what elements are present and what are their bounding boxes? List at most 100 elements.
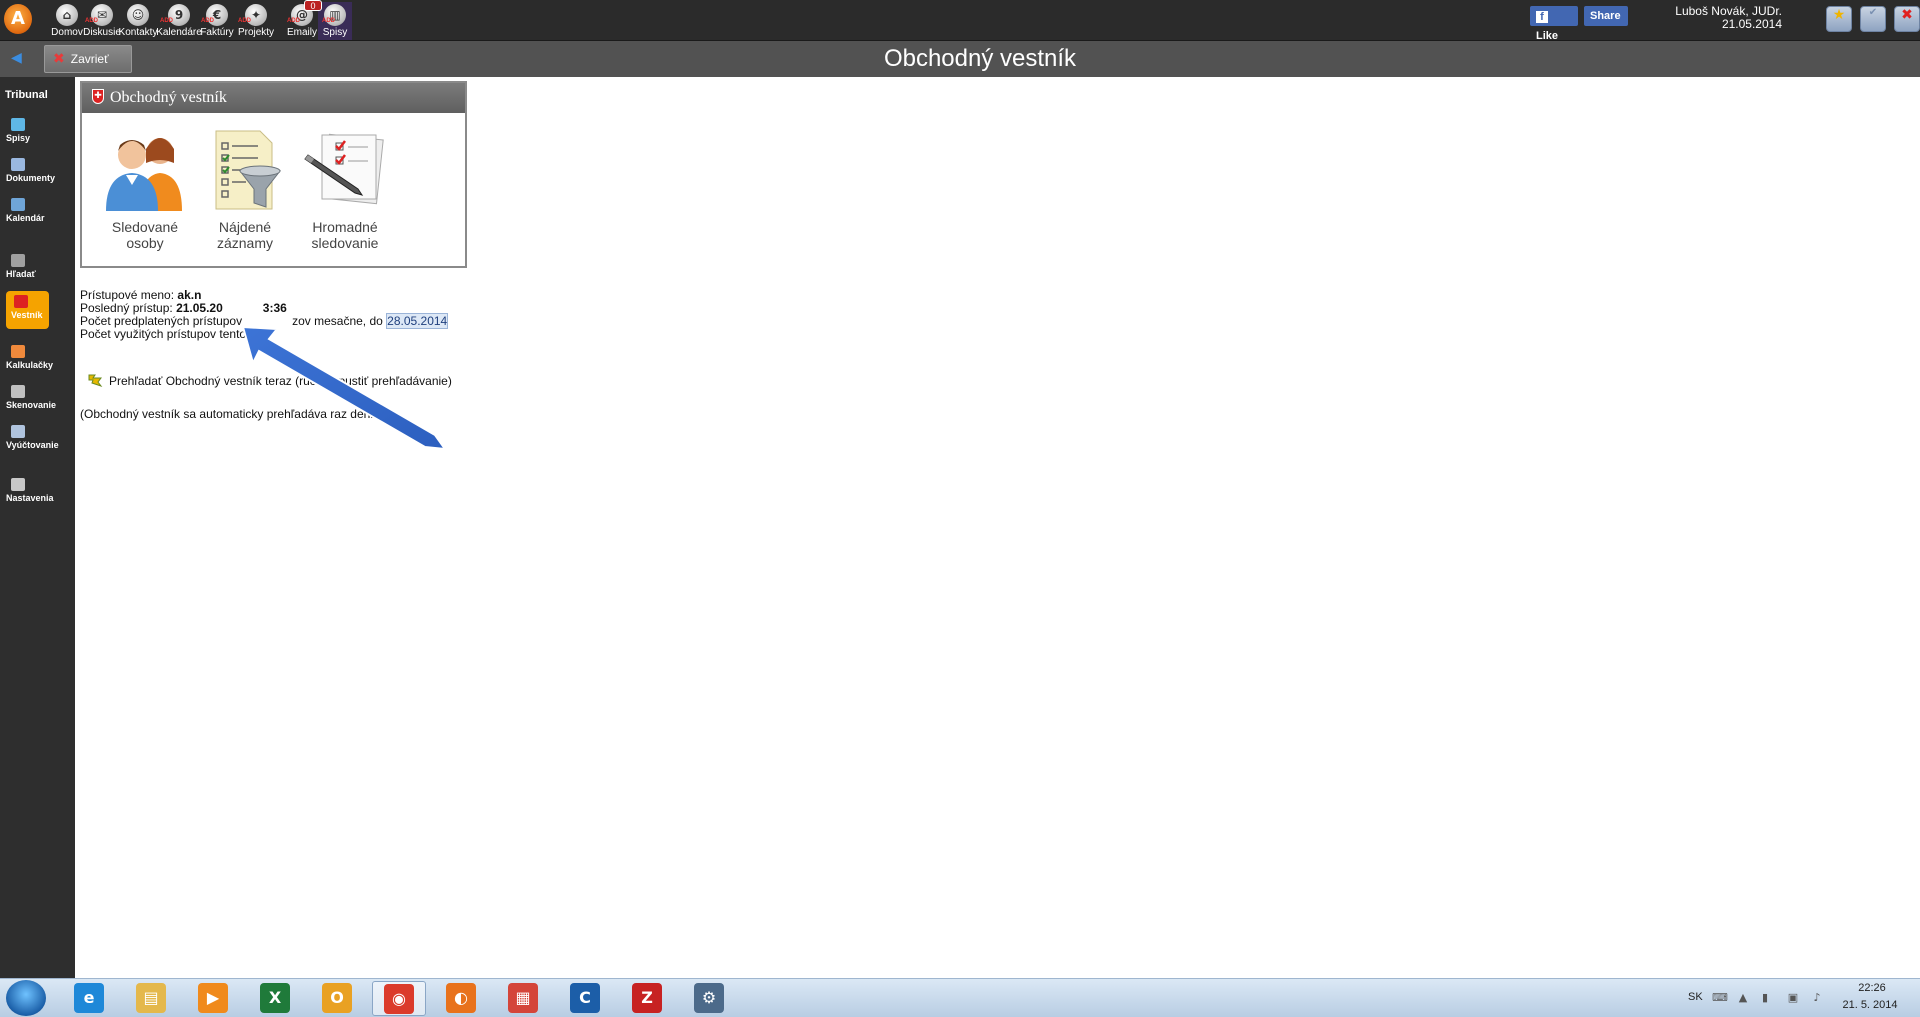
media-player-icon: ▶ bbox=[198, 983, 228, 1013]
people-icon bbox=[102, 127, 188, 213]
apps-grid-icon: ▦ bbox=[508, 983, 538, 1013]
sidebar-item-kalendar[interactable]: Kalendár bbox=[6, 198, 48, 223]
taskbar-app-excel[interactable]: X bbox=[248, 981, 302, 1016]
volume-icon[interactable]: ♪ bbox=[1810, 991, 1824, 1004]
nav-label: Projekty bbox=[237, 27, 275, 38]
sidebar-item-label: Hľadať bbox=[6, 269, 36, 279]
login-value: ak.n bbox=[177, 288, 202, 302]
clock-time[interactable]: 22:26 bbox=[1842, 982, 1902, 994]
documents-icon bbox=[11, 158, 25, 171]
language-indicator[interactable]: SK bbox=[1688, 991, 1703, 1003]
title-bar: ◀ ✖ Zavrieť Obchodný vestník bbox=[0, 41, 1920, 77]
taskbar-app-media-player[interactable]: ▶ bbox=[186, 981, 240, 1016]
taskbar-app-apps-grid[interactable]: ▦ bbox=[496, 981, 550, 1016]
home-icon: ⌂ bbox=[56, 4, 78, 26]
scanner-icon bbox=[11, 385, 25, 398]
user-name: Luboš Novák, JUDr. bbox=[1675, 4, 1782, 18]
facebook-share-button[interactable]: Share bbox=[1584, 6, 1628, 26]
sidebar-item-label: Dokumenty bbox=[6, 173, 56, 183]
chrome-icon: ◉ bbox=[384, 984, 414, 1014]
nav-sub-label: ADD bbox=[322, 18, 335, 24]
sidebar-item-nastavenia[interactable]: Nastavenia bbox=[6, 478, 54, 503]
start-button-icon[interactable] bbox=[6, 980, 46, 1016]
taskbar-app-ccleaner[interactable]: C bbox=[558, 981, 612, 1016]
settings-icon bbox=[11, 478, 25, 491]
sidebar-item-spisy[interactable]: Spisy bbox=[6, 118, 48, 143]
sidebar-title: Tribunal bbox=[5, 89, 48, 101]
sidebar-item-dokumenty[interactable]: Dokumenty bbox=[6, 158, 55, 183]
main-content: ✚ Obchodný vestník Sledované osoby Nájde… bbox=[75, 77, 1920, 978]
sidebar-item-vestnik[interactable]: Vestník bbox=[6, 291, 49, 329]
nav-label: Kalendáre bbox=[156, 27, 202, 38]
facebook-icon: f bbox=[1536, 11, 1548, 23]
vestnik-panel: ✚ Obchodný vestník Sledované osoby Nájde… bbox=[80, 81, 467, 268]
close-app-icon[interactable]: ✖ bbox=[1894, 6, 1920, 32]
vestnik-icon bbox=[14, 295, 28, 308]
files-icon bbox=[11, 118, 25, 131]
sidebar-item-vyuctovanie[interactable]: Vyúčtovanie bbox=[6, 425, 59, 450]
facebook-like-button[interactable]: fLike bbox=[1530, 6, 1578, 42]
sidebar-item-label: Vestník bbox=[11, 310, 43, 320]
outlook-icon: O bbox=[322, 983, 352, 1013]
taskbar-app-file-explorer[interactable]: ▤ bbox=[124, 981, 178, 1016]
taskbar-app-network-tool[interactable]: ⚙ bbox=[682, 981, 736, 1016]
taskbar-app-internet-explorer[interactable]: e bbox=[62, 981, 116, 1016]
sidebar-item-label: Spisy bbox=[6, 133, 31, 143]
nav-faktury[interactable]: € ADD Faktúry bbox=[197, 2, 237, 40]
calendar-icon bbox=[11, 198, 25, 211]
sidebar-item-label: Kalendár bbox=[6, 213, 45, 223]
minimize-icon[interactable]: ✔ bbox=[1860, 6, 1886, 32]
favorite-star-icon[interactable]: ★ bbox=[1826, 6, 1852, 32]
nav-label: Spisy bbox=[322, 27, 348, 38]
sidebar-item-label: Vyúčtovanie bbox=[6, 440, 59, 450]
clock-date[interactable]: 21. 5. 2014 bbox=[1838, 999, 1902, 1011]
network-icon[interactable]: ▣ bbox=[1786, 991, 1800, 1004]
search-icon bbox=[11, 254, 25, 267]
panel-title: Obchodný vestník bbox=[110, 89, 227, 106]
file-explorer-icon: ▤ bbox=[136, 983, 166, 1013]
nav-sub-label: ADD bbox=[160, 18, 173, 24]
filezilla-icon: Z bbox=[632, 983, 662, 1013]
checklist-pen-icon bbox=[302, 127, 388, 213]
top-bar: A ⌂ Domov ✉ ADD Diskusie ☺ Kontakty 9 ADD Kalendá… bbox=[0, 0, 1920, 42]
ccleaner-icon: C bbox=[570, 983, 600, 1013]
firefox-icon: ◐ bbox=[446, 983, 476, 1013]
current-date: 21.05.2014 bbox=[1721, 17, 1782, 31]
tile-label-line1: Sledované bbox=[111, 219, 179, 235]
billing-icon bbox=[11, 425, 25, 438]
refresh-star-icon bbox=[87, 373, 103, 387]
tile-najdene-zaznamy[interactable]: Nájdené záznamy bbox=[190, 127, 300, 251]
sidebar-item-hladat[interactable]: Hľadať bbox=[6, 254, 48, 279]
nav-projekty[interactable]: ✦ ADD Projekty bbox=[234, 2, 278, 40]
tile-hromadne-sledovanie[interactable]: Hromadné sledovanie bbox=[290, 127, 400, 251]
nav-spisy[interactable]: ▥ ADD Spisy bbox=[318, 2, 352, 40]
taskbar-app-filezilla[interactable]: Z bbox=[620, 981, 674, 1016]
tile-label-line2: sledovanie bbox=[311, 235, 379, 251]
excel-icon: X bbox=[260, 983, 290, 1013]
contacts-icon: ☺ bbox=[127, 4, 149, 26]
keyboard-icon[interactable]: ⌨ bbox=[1712, 991, 1728, 1004]
taskbar-app-outlook[interactable]: O bbox=[310, 981, 364, 1016]
sidebar-item-label: Skenovanie bbox=[6, 400, 57, 410]
slovak-coat-of-arms-icon: ✚ bbox=[92, 89, 104, 104]
sidebar-item-skenovanie[interactable]: Skenovanie bbox=[6, 385, 56, 410]
taskbar-app-chrome[interactable]: ◉ bbox=[372, 981, 426, 1016]
network-tool-icon: ⚙ bbox=[694, 983, 724, 1013]
nav-label: Kontakty bbox=[118, 27, 158, 38]
internet-explorer-icon: e bbox=[74, 983, 104, 1013]
nav-sub-label: ADD bbox=[238, 18, 251, 24]
tray-app-icon[interactable]: ▮ bbox=[1758, 991, 1772, 1004]
tile-label-line2: záznamy bbox=[216, 235, 274, 251]
nav-kontakty[interactable]: ☺ Kontakty bbox=[115, 2, 161, 40]
sidebar: Tribunal Spisy Dokumenty Kalendár Hľadať Ves… bbox=[0, 77, 75, 978]
tile-label-line2: osoby bbox=[126, 235, 164, 251]
taskbar-app-firefox[interactable]: ◐ bbox=[434, 981, 488, 1016]
sidebar-item-kalkulacky[interactable]: Kalkulačky bbox=[6, 345, 53, 370]
calculator-icon bbox=[11, 345, 25, 358]
app-logo-icon[interactable]: A bbox=[4, 4, 32, 34]
tile-label-line1: Hromadné bbox=[312, 219, 378, 235]
tile-sledovane-osoby[interactable]: Sledované osoby bbox=[90, 127, 200, 251]
nav-kalendare[interactable]: 9 ADD Kalendáre bbox=[156, 2, 202, 40]
annotation-arrow-icon bbox=[241, 327, 448, 451]
tray-expand-icon[interactable]: ▲ bbox=[1736, 991, 1750, 1004]
